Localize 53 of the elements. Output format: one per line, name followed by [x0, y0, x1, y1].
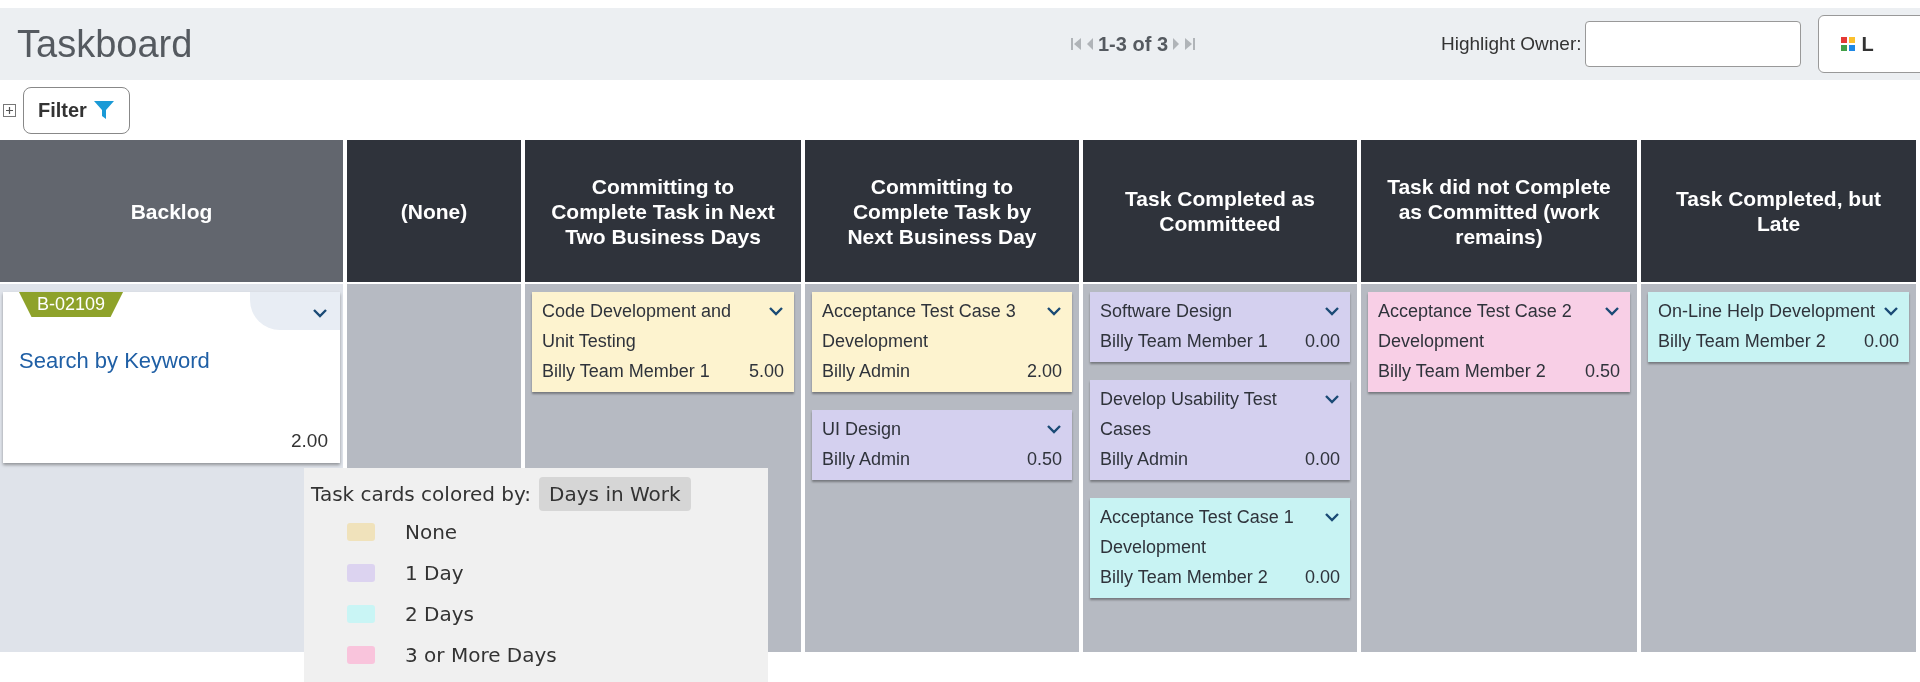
task-estimate: 5.00 — [748, 360, 784, 383]
task-estimate: 2.00 — [1026, 360, 1062, 383]
legend-item-label: 2 Days — [405, 600, 474, 628]
task-owner: Billy Team Member 2 — [1100, 567, 1268, 587]
task-card[interactable]: On-Line Help Development Billy Team Member 2 0.00 — [1648, 292, 1909, 362]
task-title: On-Line Help Development — [1658, 301, 1876, 321]
column-header: Task did not Complete as Committed (work remains) — [1361, 140, 1637, 282]
task-estimate: 0.50 — [1026, 448, 1062, 471]
task-title: Develop Usability Test Cases — [1100, 389, 1277, 439]
task-title: Software Design — [1100, 301, 1233, 321]
task-card[interactable]: Acceptance Test Case 2 Development Billy Team Member 2 0.50 — [1368, 292, 1630, 392]
column-header: Task Completed, but Late — [1641, 140, 1916, 282]
task-card[interactable]: Acceptance Test Case 3 Development Billy Admin 2.00 — [812, 292, 1072, 392]
task-owner: Billy Team Member 2 — [1658, 331, 1826, 351]
task-card[interactable]: Develop Usability Test Cases Billy Admin 0.00 — [1090, 380, 1350, 480]
task-estimate: 0.00 — [1304, 448, 1340, 471]
filter-button[interactable]: Filter — [23, 86, 130, 134]
page-range: 1-3 of 3 — [1098, 32, 1169, 57]
task-owner: Billy Team Member 1 — [542, 361, 710, 381]
legend-item-label: 3 or More Days — [405, 641, 557, 669]
layout-button[interactable]: L — [1818, 15, 1920, 73]
task-card[interactable]: UI Design Billy Admin 0.50 — [812, 410, 1072, 480]
color-mode-chip[interactable]: Days in Work — [539, 477, 691, 511]
task-title: Acceptance Test Case 3 Development — [822, 301, 1016, 351]
column-header: Task Completed as Committeed — [1083, 140, 1357, 282]
task-owner: Billy Team Member 2 — [1378, 361, 1546, 381]
backlog-card[interactable]: B-02109 Search by Keyword 2.00 — [3, 292, 340, 463]
column-header: Committing to Complete Task in Next Two Business Days — [525, 140, 801, 282]
task-estimate: 0.00 — [1304, 566, 1340, 589]
task-owner: Billy Admin — [822, 449, 911, 469]
card-estimate: 2.00 — [291, 428, 328, 453]
legend-label: Task cards colored by: — [311, 481, 532, 508]
task-card[interactable]: Acceptance Test Case 1 Development Billy Team Member 2 0.00 — [1090, 498, 1350, 598]
page-title: Taskboard — [16, 21, 194, 67]
task-title: Acceptance Test Case 1 Development — [1100, 507, 1294, 557]
column-header: (None) — [347, 140, 521, 282]
column-header: Backlog — [0, 140, 343, 282]
column-header: Committing to Complete Task by Next Business Day — [805, 140, 1079, 282]
highlight-owner-label: Highlight Owner: — [1441, 31, 1582, 56]
task-estimate: 0.00 — [1304, 330, 1340, 353]
task-owner: Billy Admin — [822, 361, 911, 381]
task-estimate: 0.00 — [1863, 330, 1899, 353]
legend-item-label: None — [405, 518, 458, 546]
legend-item-label: 1 Day — [405, 559, 464, 587]
task-card[interactable]: Code Development and Unit Testing Billy Team Member 1 5.00 — [532, 292, 794, 392]
task-card[interactable]: Software Design Billy Team Member 1 0.00 — [1090, 292, 1350, 362]
task-owner: Billy Team Member 1 — [1100, 331, 1268, 351]
task-title: Acceptance Test Case 2 Development — [1378, 301, 1572, 351]
task-owner: Billy Admin — [1100, 449, 1189, 469]
task-title: UI Design — [822, 419, 902, 439]
task-estimate: 0.50 — [1584, 360, 1620, 383]
task-title: Code Development and Unit Testing — [542, 301, 732, 351]
card-title-link[interactable]: Search by Keyword — [19, 344, 210, 377]
